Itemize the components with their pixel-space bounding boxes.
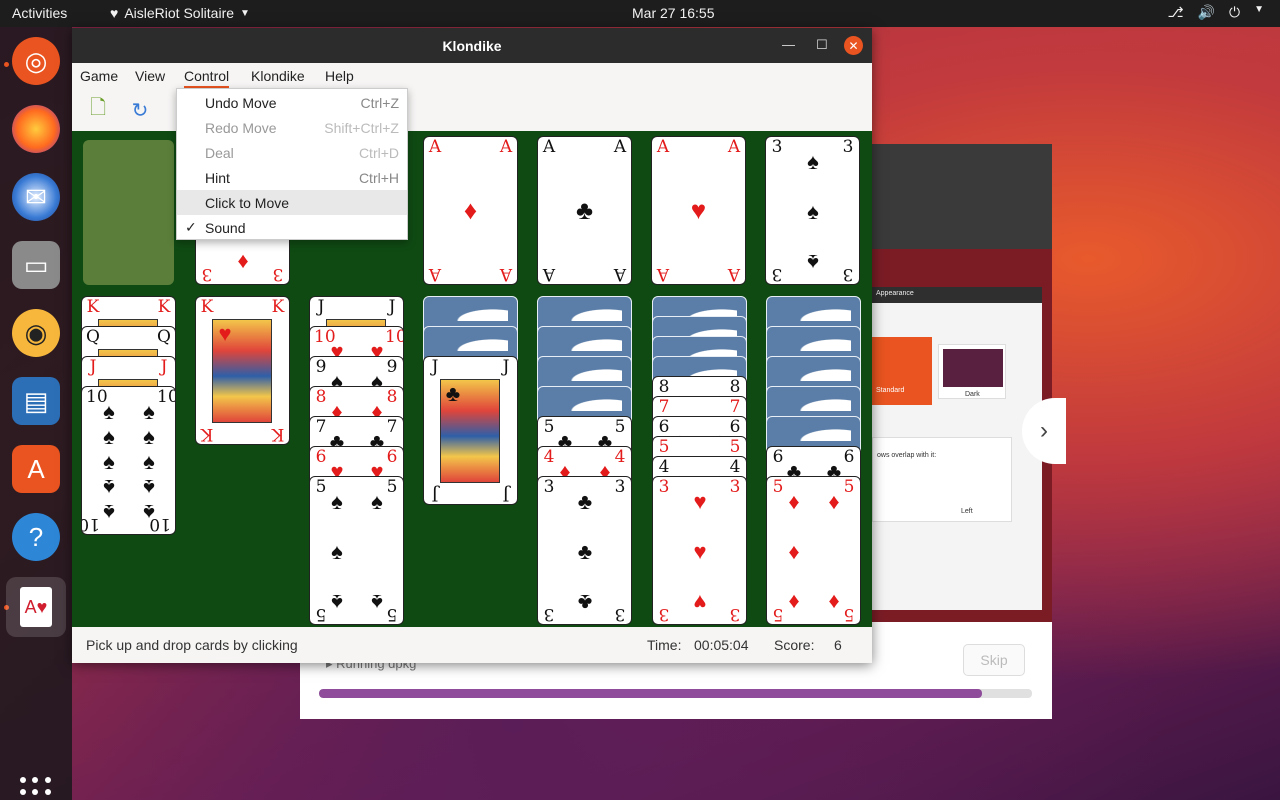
- chevron-down-icon: ▼: [1254, 4, 1264, 15]
- settings-title: Appearance: [872, 287, 1042, 303]
- menu-item-label: Sound: [205, 220, 246, 236]
- maximize-button[interactable]: ☐: [816, 37, 828, 53]
- menu-game[interactable]: Game: [80, 68, 118, 84]
- title-bar[interactable]: Klondike — ☐ ✕: [72, 28, 872, 63]
- thunderbird-icon[interactable]: ✉: [12, 173, 60, 221]
- ubuntu-installer-icon[interactable]: ◎: [12, 37, 60, 85]
- time-value: 00:05:04: [694, 637, 749, 653]
- status-message: Pick up and drop cards by clicking: [86, 637, 298, 653]
- menu-bar: Game View Control Klondike Help: [72, 63, 872, 89]
- menu-item-label: Redo Move: [205, 120, 277, 136]
- menu-help[interactable]: Help: [325, 68, 354, 84]
- menu-view[interactable]: View: [135, 68, 165, 84]
- running-indicator: [4, 62, 9, 67]
- score-label: Score:: [774, 637, 815, 653]
- help-icon[interactable]: ?: [12, 513, 60, 561]
- menu-item-hint[interactable]: Hint Ctrl+H: [177, 165, 407, 190]
- menu-item-undo-move[interactable]: Undo Move Ctrl+Z: [177, 90, 407, 115]
- solitaire-icon[interactable]: A♥: [6, 577, 66, 637]
- app-menu[interactable]: ♥ AisleRiot Solitaire ▼: [110, 5, 250, 21]
- playing-card[interactable]: 3 3 3 3 ♣ ♣ ♣: [537, 476, 632, 625]
- menu-item-label: Hint: [205, 170, 230, 186]
- writer-icon[interactable]: ▤: [12, 377, 60, 425]
- playing-card[interactable]: 10101010♠♠♠♠♠♠♠♠♠♠: [81, 386, 176, 535]
- heart-icon: ♥: [110, 5, 119, 21]
- software-icon[interactable]: A: [12, 445, 60, 493]
- menu-item-shortcut: Ctrl+D: [358, 145, 399, 161]
- time-label: Time:: [647, 637, 682, 653]
- restart-icon[interactable]: ↻: [127, 97, 153, 123]
- system-tray[interactable]: ⎇ 🔊 ⏻ ▼: [1167, 4, 1264, 21]
- dock: ◎ ✉ ▭ ◉ ▤ A ? A♥: [0, 27, 72, 800]
- foundation-card[interactable]: A A A A ♥: [651, 136, 746, 285]
- theme-dark: Dark: [938, 344, 1006, 399]
- rhythmbox-icon[interactable]: ◉: [12, 309, 60, 357]
- score-value: 6: [834, 637, 842, 653]
- firefox-icon[interactable]: [12, 105, 60, 153]
- menu-item-sound[interactable]: ✓ Sound: [177, 215, 407, 240]
- theme-standard: Standard: [872, 337, 932, 405]
- checkmark-icon: ✓: [185, 219, 197, 235]
- status-bar: Pick up and drop cards by clicking Time:…: [72, 627, 872, 663]
- menu-item-shortcut: Ctrl+H: [358, 170, 399, 186]
- menu-item-shortcut: Shift+Ctrl+Z: [324, 120, 399, 136]
- stock-pile[interactable]: [83, 140, 174, 285]
- playing-card[interactable]: 5 5 5 5 ♠ ♠ ♠ ♠ ♠: [309, 476, 404, 625]
- dock-settings: ows overlap with it: Left: [872, 437, 1012, 522]
- minimize-button[interactable]: —: [782, 37, 795, 52]
- menu-klondike[interactable]: Klondike: [251, 68, 305, 84]
- menu-item-label: Click to Move: [205, 195, 290, 211]
- menu-control[interactable]: Control: [184, 68, 230, 88]
- control-menu-dropdown: Undo Move Ctrl+Z Redo Move Shift+Ctrl+Z Deal…: [176, 88, 408, 240]
- foundation-card[interactable]: 3 3 3 3 ♠ ♠ ♠: [765, 136, 860, 285]
- close-button[interactable]: ✕: [844, 36, 863, 55]
- playing-card[interactable]: KKKK♥: [195, 296, 290, 445]
- files-icon[interactable]: ▭: [12, 241, 60, 289]
- playing-card[interactable]: 5 5 5 5 ♦ ♦ ♦ ♦ ♦: [766, 476, 861, 625]
- top-bar: Activities ♥ AisleRiot Solitaire ▼ Mar 2…: [0, 0, 1280, 27]
- settings-preview: Appearance Standard Dark ows overlap wit…: [872, 287, 1042, 610]
- new-game-icon[interactable]: 🗋: [85, 97, 111, 123]
- foundation-card[interactable]: A A A A ♦: [423, 136, 518, 285]
- show-apps-icon[interactable]: [20, 777, 52, 800]
- power-icon: ⏻: [1229, 4, 1241, 20]
- playing-card[interactable]: J J J J ♣: [423, 356, 518, 505]
- progress-bar: [319, 689, 1032, 698]
- volume-icon: 🔊: [1197, 4, 1216, 20]
- window-title: Klondike: [442, 38, 502, 54]
- activities-button[interactable]: Activities: [12, 5, 67, 21]
- menu-item-label: Deal: [205, 145, 234, 161]
- network-icon: ⎇: [1167, 4, 1184, 20]
- menu-item-deal[interactable]: Deal Ctrl+D: [177, 140, 407, 165]
- foundation-card[interactable]: A A A A ♣: [537, 136, 632, 285]
- skip-button[interactable]: Skip: [963, 644, 1025, 676]
- menu-item-click-to-move[interactable]: Click to Move: [177, 190, 407, 215]
- menu-item-shortcut: Ctrl+Z: [360, 95, 400, 111]
- playing-card[interactable]: 3 3 3 3 ♥ ♥ ♥: [652, 476, 747, 625]
- menu-item-label: Undo Move: [205, 95, 277, 111]
- menu-item-redo-move[interactable]: Redo Move Shift+Ctrl+Z: [177, 115, 407, 140]
- dock-position-select: Left: [961, 508, 973, 515]
- app-menu-label: AisleRiot Solitaire: [124, 5, 235, 21]
- clock[interactable]: Mar 27 16:55: [632, 5, 715, 21]
- chevron-down-icon: ▼: [240, 7, 250, 19]
